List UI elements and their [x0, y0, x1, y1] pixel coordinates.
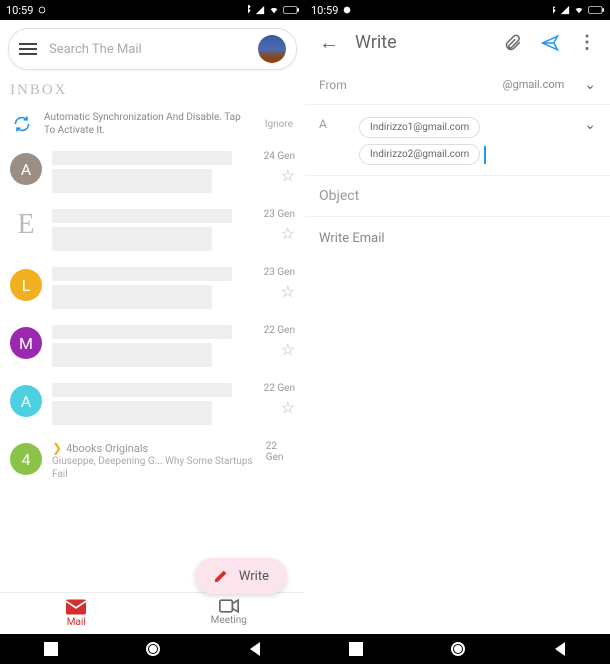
search-placeholder: Search The Mail: [49, 42, 258, 57]
from-value: @gmail.com: [503, 78, 565, 91]
tab-label: Meeting: [211, 615, 247, 626]
mail-item[interactable]: L 23 Gen ☆: [0, 261, 305, 319]
sender-avatar: M: [10, 327, 42, 359]
android-nav-bar: [305, 634, 610, 664]
star-icon[interactable]: ☆: [281, 166, 295, 185]
bluetooth-icon: [244, 5, 252, 15]
home-button[interactable]: [450, 641, 466, 657]
attachment-icon[interactable]: [504, 34, 522, 52]
back-button[interactable]: [553, 642, 567, 656]
search-bar[interactable]: Search The Mail: [8, 28, 297, 70]
star-icon[interactable]: ☆: [281, 340, 295, 359]
subject-field[interactable]: Object: [305, 176, 610, 217]
mail-item[interactable]: E 23 Gen ☆: [0, 203, 305, 261]
bluetooth-icon: [549, 5, 557, 15]
mail-item[interactable]: A 22 Gen ☆: [0, 377, 305, 435]
back-arrow-icon[interactable]: ←: [319, 30, 339, 55]
mail-icon: [66, 599, 86, 615]
sync-row[interactable]: Automatic Synchronization And Disable. T…: [0, 103, 305, 145]
status-bar: 10:59: [305, 0, 610, 20]
pencil-icon: [213, 568, 229, 584]
star-icon[interactable]: ☆: [281, 224, 295, 243]
body-field[interactable]: Write Email: [305, 217, 610, 634]
alarm-off-icon: [37, 5, 47, 15]
chevron-down-icon[interactable]: ⌄: [584, 77, 596, 93]
mail-date: 24 Gen: [264, 151, 295, 162]
signal-icon: [560, 5, 570, 15]
more-icon[interactable]: ⋮: [578, 32, 596, 53]
tab-meeting[interactable]: Meeting: [153, 593, 306, 634]
ignore-button[interactable]: Ignore: [265, 119, 293, 130]
from-label: From: [319, 78, 359, 92]
mail-date: 23 Gen: [264, 209, 295, 220]
battery-icon: [588, 5, 604, 15]
send-icon[interactable]: [540, 34, 560, 52]
status-time: 10:59: [311, 4, 338, 17]
tag-icon: ❯: [52, 441, 62, 455]
sync-text: Automatic Synchronization And Disable. T…: [44, 111, 253, 137]
sender-avatar: A: [10, 153, 42, 185]
star-icon[interactable]: ☆: [281, 282, 295, 301]
sender-avatar: 4: [10, 443, 42, 475]
compose-header: ← Write ⋮: [305, 20, 610, 65]
recents-button[interactable]: [349, 642, 363, 656]
compose-fab[interactable]: Write: [195, 558, 287, 594]
mail-snippet: Giuseppe, Deepening G... Why Some Startu…: [52, 455, 256, 481]
bottom-tabs: Mail Meeting: [0, 592, 305, 634]
chevron-down-icon[interactable]: ⌄: [584, 117, 596, 133]
wifi-icon: [573, 5, 585, 15]
to-label: A: [319, 117, 359, 131]
mail-date: 22 Gen: [264, 325, 295, 336]
status-time: 10:59: [6, 4, 33, 17]
tab-label: Mail: [67, 617, 86, 628]
compose-title: Write: [355, 32, 488, 53]
battery-icon: [283, 5, 299, 15]
fab-label: Write: [239, 569, 269, 584]
tab-mail[interactable]: Mail: [0, 593, 153, 634]
inbox-label: INBOX: [0, 78, 305, 103]
text-cursor: [484, 146, 486, 164]
mail-list: A 24 Gen☆ E 23 Gen☆ L 23 Gen☆ M 22 Gen☆ …: [0, 145, 305, 592]
mail-date: 23 Gen: [264, 267, 295, 278]
mail-item[interactable]: 4 ❯ 4books Originals Giuseppe, Deepening …: [0, 435, 305, 487]
mail-title: 4books Originals: [66, 442, 148, 455]
recipient-chip[interactable]: Indirizzo2@gmail.com: [359, 144, 480, 165]
wifi-icon: [268, 5, 280, 15]
video-icon: [219, 599, 239, 613]
home-button[interactable]: [145, 641, 161, 657]
mail-date: 22 Gen: [264, 383, 295, 394]
recents-button[interactable]: [44, 642, 58, 656]
sync-icon: [12, 114, 32, 134]
to-field[interactable]: A Indirizzo1@gmail.com Indirizzo2@gmail.…: [305, 105, 610, 176]
back-button[interactable]: [248, 642, 262, 656]
mail-item[interactable]: M 22 Gen ☆: [0, 319, 305, 377]
profile-avatar[interactable]: [258, 35, 286, 63]
signal-icon: [255, 5, 265, 15]
star-icon[interactable]: ☆: [281, 398, 295, 417]
sender-avatar: L: [10, 269, 42, 301]
sender-avatar: A: [10, 385, 42, 417]
recipient-chip[interactable]: Indirizzo1@gmail.com: [359, 117, 480, 138]
mail-date: 22 Gen: [266, 441, 295, 463]
sender-avatar: E: [10, 209, 42, 241]
hamburger-icon[interactable]: [19, 40, 37, 58]
from-field[interactable]: From @gmail.com ⌄: [305, 65, 610, 105]
alarm-off-icon: [342, 5, 352, 15]
mail-item[interactable]: A 24 Gen ☆: [0, 145, 305, 203]
status-bar: 10:59: [0, 0, 305, 20]
android-nav-bar: [0, 634, 305, 664]
